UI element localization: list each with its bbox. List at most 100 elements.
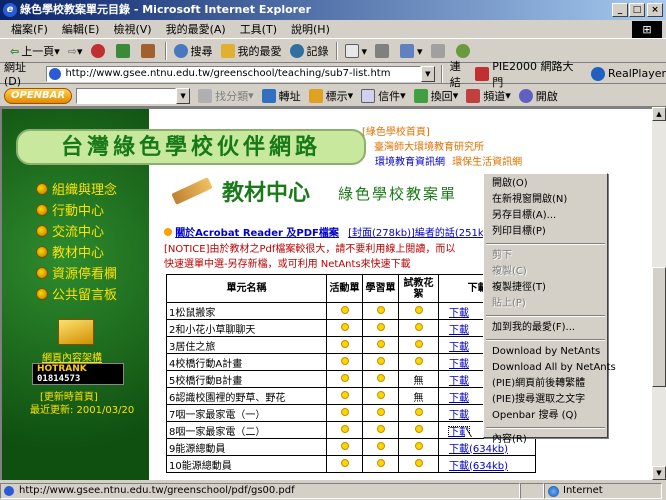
- menu-favorites[interactable]: 我的最愛(A): [159, 21, 233, 37]
- openbar-mark[interactable]: 標示 ▾: [305, 86, 358, 106]
- context-menu-item[interactable]: Download All by NetAnts: [484, 360, 616, 376]
- openbar-search-input[interactable]: [76, 87, 177, 104]
- context-menu-item: 貼上(P): [492, 298, 526, 309]
- download-link[interactable]: 下載: [449, 410, 469, 421]
- download-link[interactable]: 下載: [449, 376, 469, 387]
- site-map-link[interactable]: 網頁內容架構: [42, 349, 102, 364]
- context-menu-item[interactable]: (PIE)網頁前後轉繁體: [484, 376, 607, 392]
- sidebar-item-exchange[interactable]: 交流中心: [36, 221, 104, 240]
- edit-button[interactable]: ▾: [396, 41, 427, 61]
- learning-cell: [362, 404, 399, 422]
- download-link[interactable]: 下載: [449, 393, 469, 404]
- openbar-switch[interactable]: 換回 ▾: [410, 86, 463, 106]
- acrobat-link[interactable]: 關於Acrobat Reader 及PDF檔案: [175, 228, 339, 239]
- history-button[interactable]: 記錄: [286, 41, 333, 61]
- yellow-dot-icon: [414, 407, 423, 416]
- stop-button[interactable]: [87, 41, 112, 61]
- unit-name: 4校橋行動A計畫: [166, 353, 327, 371]
- search-button[interactable]: 搜尋: [170, 41, 217, 61]
- context-menu-item[interactable]: Download by NetAnts: [484, 344, 607, 360]
- openbar-dropdown[interactable]: ▼: [176, 87, 191, 104]
- yellow-dot-icon: [376, 356, 385, 365]
- openbar-category[interactable]: 找分類 ▾: [194, 86, 258, 106]
- back-arrow-icon: ⇦: [10, 44, 20, 58]
- refresh-button[interactable]: [112, 41, 137, 61]
- favorites-icon: [220, 44, 235, 58]
- yellow-dot-icon: [414, 424, 423, 433]
- mouse-cursor-icon: [465, 427, 471, 437]
- editor-link[interactable]: 編者的話(251kb: [415, 228, 490, 239]
- yellow-dot-icon: [376, 424, 385, 433]
- menu-help[interactable]: 說明(H): [284, 21, 337, 37]
- openbar-open[interactable]: 開啟: [515, 86, 562, 106]
- discuss-button[interactable]: [427, 41, 452, 61]
- institute-link[interactable]: 臺灣師大環境教育研究所: [374, 138, 484, 153]
- home-button[interactable]: [137, 41, 162, 61]
- back-button[interactable]: ⇦ 上一頁 ▾: [6, 41, 64, 61]
- menu-tools[interactable]: 工具(T): [233, 21, 284, 37]
- sidebar-item-materials[interactable]: 教材中心: [36, 242, 104, 261]
- yellow-dot-icon: [340, 305, 349, 314]
- activity-cell: [326, 336, 363, 354]
- mail-icon: [344, 44, 359, 58]
- context-menu-item[interactable]: 加到我的最愛(F)...: [484, 320, 607, 336]
- context-menu-item[interactable]: 複製捷徑(T): [484, 280, 607, 296]
- address-input[interactable]: http://www.gsee.ntnu.edu.tw/greenschool/…: [46, 65, 421, 82]
- context-menu-item[interactable]: 在新視窗開啟(N): [484, 192, 607, 208]
- life-link[interactable]: 環保生活資訊網: [452, 157, 522, 168]
- link-realplayer[interactable]: RealPlayer: [591, 66, 666, 81]
- table-row: 2和小花小草聊聊天 下載: [166, 319, 536, 337]
- envelope-icon[interactable]: [58, 319, 94, 345]
- minimize-button[interactable]: _: [612, 3, 628, 17]
- openbar-logo[interactable]: OPENBAR: [4, 87, 73, 104]
- download-link[interactable]: 下載: [449, 359, 469, 370]
- hotrank-badge[interactable]: HOTRANK 01814573: [32, 363, 124, 385]
- sidebar-item-resources[interactable]: 資源停看欄: [36, 263, 117, 282]
- sidebar-item-action[interactable]: 行動中心: [36, 200, 104, 219]
- mail-button[interactable]: ▾: [341, 41, 372, 61]
- download-link[interactable]: 下載: [449, 308, 469, 319]
- cover-link[interactable]: [封面(278kb)]: [348, 228, 415, 239]
- context-menu-item[interactable]: Openbar 搜尋 (Q): [484, 408, 607, 424]
- favorites-button[interactable]: 我的最愛: [217, 41, 286, 61]
- menu-edit[interactable]: 編輯(E): [55, 21, 107, 37]
- vertical-scrollbar[interactable]: ▲ ▼: [652, 107, 666, 480]
- openbar-convert[interactable]: 轉址: [258, 86, 305, 106]
- openbar-mail[interactable]: 信件 ▾: [357, 86, 410, 106]
- home-link[interactable]: [綠色學校首頁]: [362, 123, 430, 138]
- convert-icon: [261, 88, 276, 103]
- maximize-button[interactable]: □: [629, 3, 645, 17]
- menu-file[interactable]: 檔案(F): [4, 21, 55, 37]
- menu-view[interactable]: 檢視(V): [106, 21, 158, 37]
- yellow-dot-icon: [340, 458, 349, 467]
- scroll-up-button[interactable]: ▲: [652, 107, 666, 121]
- sidebar-item-organization[interactable]: 組織與理念: [36, 179, 117, 198]
- context-menu-item[interactable]: 列印目標(P): [484, 224, 607, 240]
- context-menu-item[interactable]: (PIE)搜尋選取之文字: [484, 392, 607, 408]
- mark-icon: [308, 88, 323, 103]
- scroll-thumb[interactable]: [652, 267, 666, 387]
- download-link[interactable]: 下載: [449, 325, 469, 336]
- acrobat-row: 關於Acrobat Reader 及PDF檔案 [封面(278kb)]編者的話(…: [164, 224, 490, 239]
- download-link[interactable]: 下載: [449, 342, 469, 353]
- yellow-dot-icon: [414, 356, 423, 365]
- context-menu-item[interactable]: 內容(R): [484, 432, 607, 448]
- notice-line-2: 快速選單中選-另存新檔，或可利用 NetAnts來快速下載: [164, 259, 411, 270]
- ie-icon: e: [3, 3, 17, 17]
- learning-cell: [362, 302, 399, 320]
- address-dropdown[interactable]: ▼: [420, 65, 435, 82]
- context-menu-item[interactable]: 開啟(O): [484, 176, 607, 192]
- pie-icon: [475, 66, 490, 81]
- activity-cell: [326, 404, 363, 422]
- close-button[interactable]: ×: [647, 3, 663, 17]
- unit-name: 1松鼠搬家: [166, 302, 327, 320]
- scroll-down-button[interactable]: ▼: [652, 466, 666, 480]
- download-link[interactable]: 下載(634kb): [449, 461, 508, 472]
- forward-button[interactable]: ⇨ ▾: [64, 41, 87, 61]
- env-link[interactable]: 環境教育資訊網: [375, 157, 445, 168]
- openbar-channel[interactable]: 頻道 ▾: [462, 86, 515, 106]
- print-button[interactable]: [371, 41, 396, 61]
- context-menu-item[interactable]: 另存目標(A)...: [484, 208, 607, 224]
- learning-cell: [362, 370, 399, 388]
- sidebar-item-board[interactable]: 公共留言板: [36, 284, 117, 303]
